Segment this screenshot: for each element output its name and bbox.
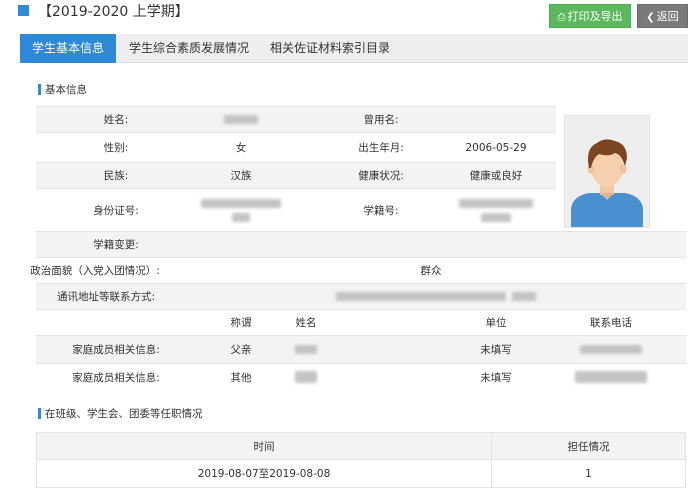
- row-gender: 性别: 女 出生年月: 2006-05-29: [36, 132, 556, 162]
- student-no-value: [446, 189, 546, 231]
- row-id: 身份证号: 学籍号:: [36, 188, 556, 231]
- family-header-relation: 称谓: [230, 317, 252, 329]
- tab-evidence-index[interactable]: 相关佐证材料索引目录: [262, 34, 398, 63]
- id-value: [196, 189, 286, 231]
- family-work: 未填写: [480, 344, 512, 356]
- family-label: 家庭成员相关信息:: [72, 371, 160, 384]
- id-redacted-2: [232, 212, 250, 222]
- positions-table: 时间 担任情况 2019-08-07至2019-08-08 1: [36, 432, 686, 488]
- family-name: [276, 336, 336, 363]
- table-row: 家庭成员相关信息: 父亲 未填写: [36, 335, 686, 363]
- table-row: 家庭成员相关信息: 其他 未填写: [36, 363, 686, 390]
- col-time-header: 时间: [253, 440, 275, 453]
- family-header-work: 单位: [485, 317, 507, 329]
- student-no-label: 学籍号:: [363, 204, 399, 217]
- birth-label: 出生年月:: [358, 142, 404, 154]
- back-button[interactable]: ❮ 返回: [637, 4, 688, 28]
- family-phone: [571, 336, 651, 363]
- printer-icon: ⎙: [557, 12, 566, 23]
- address-value: [306, 284, 566, 309]
- family-phone-redacted: [580, 345, 642, 354]
- top-bar: 【2019-2020 上学期】 ⎙ 打印及导出 ❮ 返回: [0, 0, 693, 30]
- family-relation: 其他: [230, 371, 252, 384]
- student-avatar: [565, 116, 649, 227]
- student-photo: [564, 115, 650, 228]
- gender-label: 性别:: [103, 142, 129, 154]
- name-value: [201, 107, 281, 132]
- row-political: 政治面貌（入党入团情况）: 群众: [30, 257, 686, 283]
- family-name-redacted: [295, 345, 317, 354]
- term-title: 【2019-2020 上学期】: [38, 4, 189, 20]
- position-status: 1: [585, 467, 592, 480]
- row-address: 通讯地址等联系方式:: [36, 283, 686, 309]
- section-title-positions: 在班级、学生会、团委等任职情况: [38, 406, 203, 421]
- birth-value: 2006-05-29: [465, 141, 527, 154]
- name-label: 姓名:: [103, 114, 129, 126]
- address-redacted-2: [512, 292, 536, 301]
- ethnicity-label: 民族:: [103, 170, 129, 182]
- family-label: 家庭成员相关信息:: [72, 344, 160, 356]
- chevron-left-icon: ❮: [646, 12, 655, 23]
- row-name: 姓名: 曾用名:: [36, 106, 556, 132]
- health-value: 健康或良好: [469, 170, 523, 182]
- print-export-button[interactable]: ⎙ 打印及导出: [549, 4, 631, 28]
- family-header-name: 姓名: [295, 317, 317, 329]
- address-label: 通讯地址等联系方式:: [56, 291, 156, 303]
- family-name: [276, 364, 336, 390]
- id-label: 身份证号:: [93, 204, 139, 217]
- student-no-redacted: [459, 198, 533, 208]
- table-row: 2019-08-07至2019-08-08 1: [37, 459, 685, 487]
- political-value: 群众: [420, 265, 442, 277]
- family-phone-redacted: [575, 371, 647, 383]
- row-status-change: 学籍变更:: [36, 231, 686, 257]
- section-title-basic: 基本信息: [38, 82, 87, 97]
- former-name-label: 曾用名:: [363, 114, 399, 126]
- gender-value: 女: [235, 142, 247, 154]
- family-name-redacted: [295, 371, 317, 383]
- name-redacted: [224, 115, 258, 124]
- basic-info-table: 姓名: 曾用名: 性别: 女 出生年月: 2006-05-29 民族: 汉族 健…: [30, 106, 686, 390]
- family-header-phone: 联系电话: [590, 317, 632, 329]
- family-phone: [566, 364, 656, 390]
- political-label: 政治面貌（入党入团情况）:: [30, 265, 160, 277]
- student-no-redacted-2: [481, 212, 511, 222]
- ethnicity-value: 汉族: [230, 170, 252, 182]
- tab-bar: 学生基本信息 学生综合素质发展情况 相关佐证材料索引目录: [20, 34, 688, 63]
- row-ethnicity: 民族: 汉族 健康状况: 健康或良好: [36, 162, 556, 188]
- positions-table-header: 时间 担任情况: [37, 433, 685, 459]
- square-icon: [18, 5, 29, 16]
- status-change-label: 学籍变更:: [93, 239, 139, 251]
- tab-basic-info[interactable]: 学生基本信息: [20, 34, 116, 63]
- health-label: 健康状况:: [358, 170, 404, 182]
- back-label: 返回: [656, 10, 679, 23]
- row-family-header: 称谓 姓名 单位 联系电话: [36, 309, 686, 335]
- column-divider: [491, 433, 492, 488]
- id-redacted: [201, 198, 281, 208]
- address-redacted: [336, 292, 506, 301]
- family-relation: 父亲: [230, 344, 252, 356]
- position-time: 2019-08-07至2019-08-08: [197, 468, 331, 480]
- tab-quality-development[interactable]: 学生综合素质发展情况: [116, 34, 262, 63]
- col-status-header: 担任情况: [567, 440, 610, 453]
- print-export-label: 打印及导出: [567, 10, 623, 23]
- family-work: 未填写: [480, 371, 512, 384]
